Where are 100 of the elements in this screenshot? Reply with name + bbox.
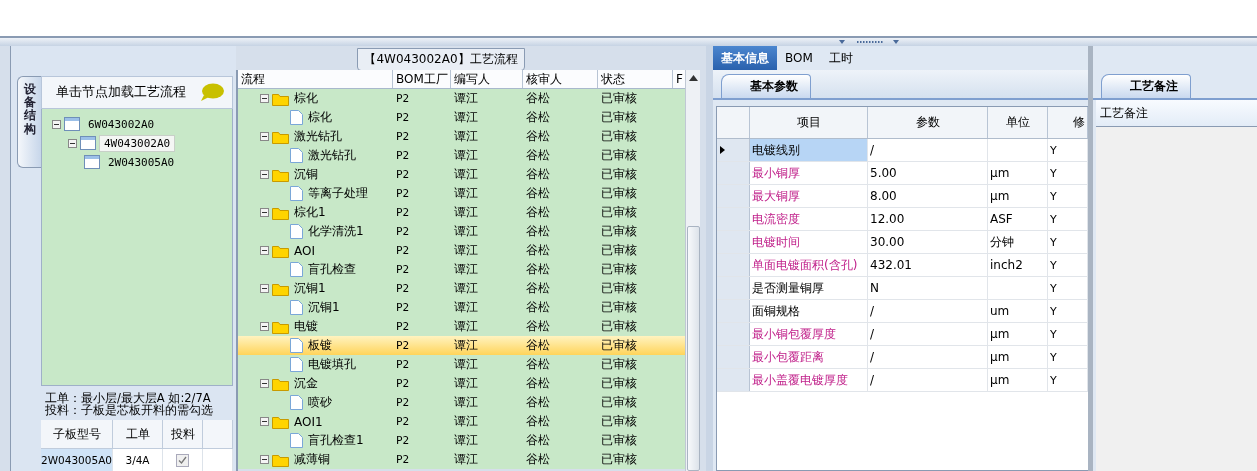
column-header[interactable]: BOM工厂 [393, 70, 451, 88]
parameter-row[interactable]: 最小盖覆电镀厚度 / μm Y [717, 369, 1088, 392]
table-cell: P2 [396, 130, 410, 143]
parameter-row[interactable]: 单面电镀面积(含孔) 432.01 inch2 Y [717, 254, 1088, 277]
folder-icon [272, 91, 289, 106]
parameter-row[interactable]: 最小包覆距离 / μm Y [717, 346, 1088, 369]
collapse-icon[interactable] [260, 322, 269, 331]
table-cell: 谭江 [454, 223, 478, 240]
parameter-name: 最小包覆距离 [752, 348, 824, 366]
tab[interactable]: 工时 [820, 46, 861, 70]
process-row[interactable]: 激光钻孔 P2 谭江 谷松 已审核 [238, 146, 685, 165]
collapse-icon[interactable] [260, 94, 269, 103]
table-cell: Y [1050, 166, 1057, 180]
tab[interactable]: 基本信息 [713, 46, 777, 70]
table-cell: 谭江 [454, 356, 478, 373]
checkbox[interactable] [176, 453, 189, 467]
column-header[interactable]: 核审人 [523, 70, 598, 88]
parameter-row[interactable]: 最小铜包覆厚度 / μm Y [717, 323, 1088, 346]
process-row[interactable]: 化学清洗1 P2 谭江 谷松 已审核 [238, 222, 685, 241]
sub-tab[interactable]: 基本参数 [721, 74, 811, 98]
parameter-name: 电镀线别 [752, 141, 800, 159]
process-row[interactable]: 电镀填孔 P2 谭江 谷松 已审核 [238, 355, 685, 374]
unit-text: μm [990, 166, 1010, 180]
process-row[interactable]: 盲孔检查1 P2 谭江 谷松 已审核 [238, 431, 685, 450]
folder-icon [272, 129, 289, 144]
process-row[interactable]: 电镀 P2 谭江 谷松 已审核 [238, 317, 685, 336]
sub-tab[interactable]: 工艺备注 [1101, 74, 1191, 98]
table-cell: 已审核 [601, 432, 637, 449]
parameter-row[interactable]: 电镀线别 / Y [717, 139, 1088, 162]
table-cell: 谷松 [526, 166, 550, 183]
folder-icon [272, 167, 289, 182]
tab[interactable]: BOM [777, 46, 821, 70]
tree-node[interactable]: 2W043005A0 [103, 153, 180, 171]
panel-title-tab[interactable]: 【4W043002A0】工艺流程 [357, 48, 525, 71]
table-cell: 已审核 [601, 337, 637, 354]
collapse-icon[interactable] [260, 246, 269, 255]
parameter-row[interactable]: 最小铜厚 5.00 μm Y [717, 162, 1088, 185]
process-row[interactable]: 棕化 P2 谭江 谷松 已审核 [238, 89, 685, 108]
collapse-icon[interactable] [260, 455, 269, 464]
scroll-up-icon[interactable] [688, 75, 698, 81]
process-row[interactable]: 沉铜1 P2 谭江 谷松 已审核 [238, 298, 685, 317]
collapse-icon[interactable] [52, 119, 61, 129]
collapse-icon[interactable] [260, 417, 269, 426]
table-cell: P2 [396, 92, 410, 105]
table-cell: 已审核 [601, 185, 637, 202]
splitter-grip-icon[interactable] [838, 39, 899, 45]
column-header[interactable]: 投料 [163, 420, 203, 449]
parameter-row[interactable]: 最大铜厚 8.00 μm Y [717, 185, 1088, 208]
table-cell: 谭江 [454, 90, 478, 107]
parameter-row[interactable]: 电镀时间 30.00 分钟 Y [717, 231, 1088, 254]
collapse-icon[interactable] [260, 132, 269, 141]
column-header[interactable]: 工单 [113, 420, 163, 449]
scrollbar-thumb[interactable] [686, 226, 700, 471]
table-cell: P2 [396, 377, 410, 390]
process-row[interactable]: AOI P2 谭江 谷松 已审核 [238, 241, 685, 260]
process-row[interactable]: 激光钻孔 P2 谭江 谷松 已审核 [238, 127, 685, 146]
process-row[interactable]: 喷砂 P2 谭江 谷松 已审核 [238, 393, 685, 412]
collapse-icon[interactable] [260, 284, 269, 293]
column-header[interactable]: 编写人 [451, 70, 523, 88]
column-header[interactable]: 流程 [238, 70, 393, 88]
parameter-row[interactable]: 面铜规格 / um Y [717, 300, 1088, 323]
collapse-icon[interactable] [260, 170, 269, 179]
parameter-name: 最大铜厚 [752, 187, 800, 205]
table-cell: P2 [396, 263, 410, 276]
process-row[interactable]: 沉铜1 P2 谭江 谷松 已审核 [238, 279, 685, 298]
process-name: 沉铜 [293, 166, 319, 183]
note-text: 投料：子板是芯板开料的需勾选 [44, 404, 214, 416]
collapse-icon[interactable] [68, 138, 77, 148]
table-cell: P2 [396, 320, 410, 333]
tree-node[interactable]: 6W043002A0 [83, 115, 160, 133]
parameter-row[interactable]: 电流密度 12.00 ASF Y [717, 208, 1088, 231]
table-cell: 已审核 [601, 128, 637, 145]
process-row[interactable]: 等离子处理 P2 谭江 谷松 已审核 [238, 184, 685, 203]
column-header[interactable]: 单位 [988, 107, 1048, 138]
collapse-icon[interactable] [260, 208, 269, 217]
parameter-name: 最小铜厚 [752, 164, 800, 182]
tree-node[interactable]: 4W043002A0 [99, 134, 176, 152]
parameter-name: 单面电镀面积(含孔) [752, 256, 858, 274]
column-header[interactable]: 项目 [750, 107, 868, 138]
column-header[interactable]: 子板型号 [41, 420, 113, 449]
process-row[interactable]: 沉铜 P2 谭江 谷松 已审核 [238, 165, 685, 184]
document-icon [290, 224, 303, 239]
table-cell: 已审核 [601, 109, 637, 126]
process-row[interactable]: AOI1 P2 谭江 谷松 已审核 [238, 412, 685, 431]
column-header[interactable]: 参数 [868, 107, 988, 138]
side-tab[interactable]: 设备结构 [17, 76, 41, 168]
process-row[interactable]: 板镀 P2 谭江 谷松 已审核 [238, 336, 685, 355]
column-header[interactable]: 状态 [598, 70, 673, 88]
process-row[interactable]: 沉金 P2 谭江 谷松 已审核 [238, 374, 685, 393]
process-name: 棕化1 [293, 204, 327, 221]
parameter-row[interactable]: 是否测量铜厚 N Y [717, 277, 1088, 300]
table-cell: 谷松 [526, 337, 550, 354]
process-row[interactable]: 减薄铜 P2 谭江 谷松 已审核 [238, 450, 685, 469]
process-name: 沉铜1 [307, 299, 341, 316]
collapse-icon[interactable] [260, 379, 269, 388]
process-row[interactable]: 盲孔检查 P2 谭江 谷松 已审核 [238, 260, 685, 279]
process-row[interactable]: 棕化 P2 谭江 谷松 已审核 [238, 108, 685, 127]
process-name: AOI1 [293, 413, 324, 430]
process-row[interactable]: 棕化1 P2 谭江 谷松 已审核 [238, 203, 685, 222]
parameter-name: 电镀时间 [752, 233, 800, 251]
